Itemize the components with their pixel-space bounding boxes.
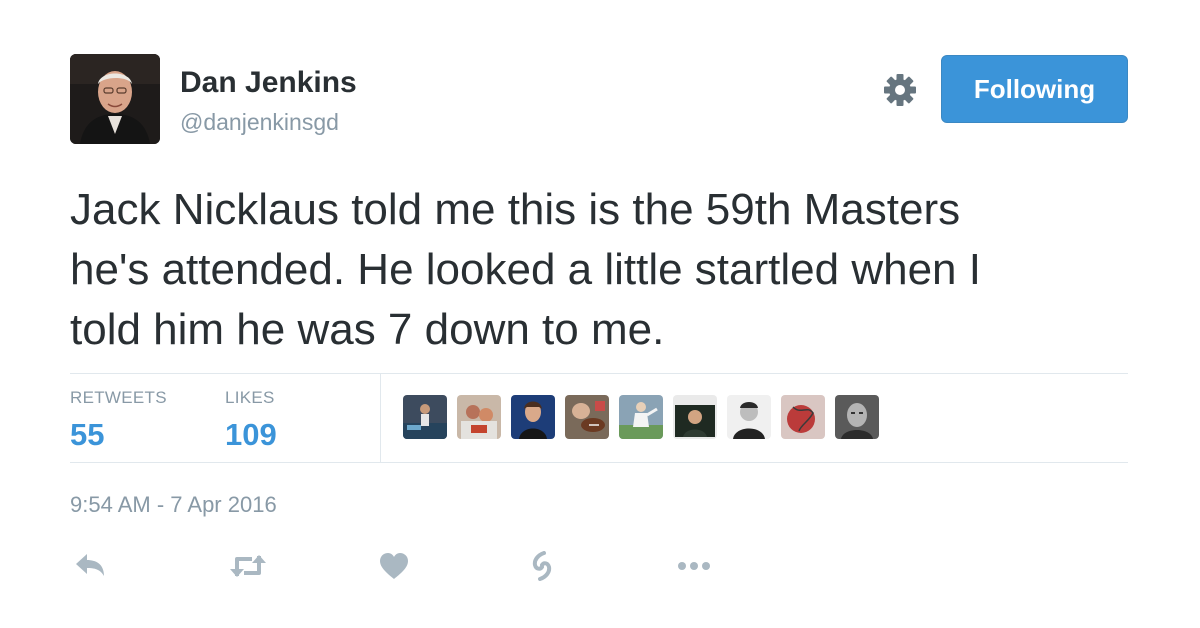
likers-avatar-row [403, 395, 879, 439]
liker-avatar[interactable] [673, 395, 717, 439]
gear-icon[interactable] [882, 72, 918, 108]
tweet-timestamp[interactable]: 9:54 AM - 7 Apr 2016 [70, 492, 277, 518]
likes-count: 109 [225, 417, 277, 452]
retweet-icon[interactable] [226, 548, 270, 584]
liker-avatar[interactable] [727, 395, 771, 439]
following-button[interactable]: Following [941, 55, 1128, 123]
more-dots-icon[interactable] [674, 548, 714, 584]
like-heart-icon[interactable] [376, 548, 412, 584]
liker-avatar[interactable] [781, 395, 825, 439]
reply-icon[interactable] [72, 548, 108, 584]
liker-avatar[interactable] [403, 395, 447, 439]
likes-label: LIKES [225, 388, 275, 407]
likes-stat[interactable]: LIKES 109 [225, 388, 277, 453]
liker-avatar[interactable] [835, 395, 879, 439]
tweet-card: Dan Jenkins @danjenkinsgd Following Jack… [0, 0, 1200, 628]
liker-avatar[interactable] [565, 395, 609, 439]
retweets-stat[interactable]: RETWEETS 55 [70, 388, 167, 453]
avatar-portrait-image [70, 54, 160, 144]
divider [70, 373, 1128, 374]
liker-avatar[interactable] [457, 395, 501, 439]
retweets-count: 55 [70, 417, 105, 452]
user-screen-name[interactable]: @danjenkinsgd [180, 109, 339, 136]
user-avatar[interactable] [70, 54, 160, 144]
liker-avatar[interactable] [619, 395, 663, 439]
vine-icon[interactable] [524, 548, 560, 584]
liker-avatar[interactable] [511, 395, 555, 439]
divider [70, 462, 1128, 463]
divider [380, 374, 381, 462]
user-display-name[interactable]: Dan Jenkins [180, 66, 357, 100]
retweets-label: RETWEETS [70, 388, 167, 407]
tweet-text: Jack Nicklaus told me this is the 59th M… [70, 185, 981, 354]
